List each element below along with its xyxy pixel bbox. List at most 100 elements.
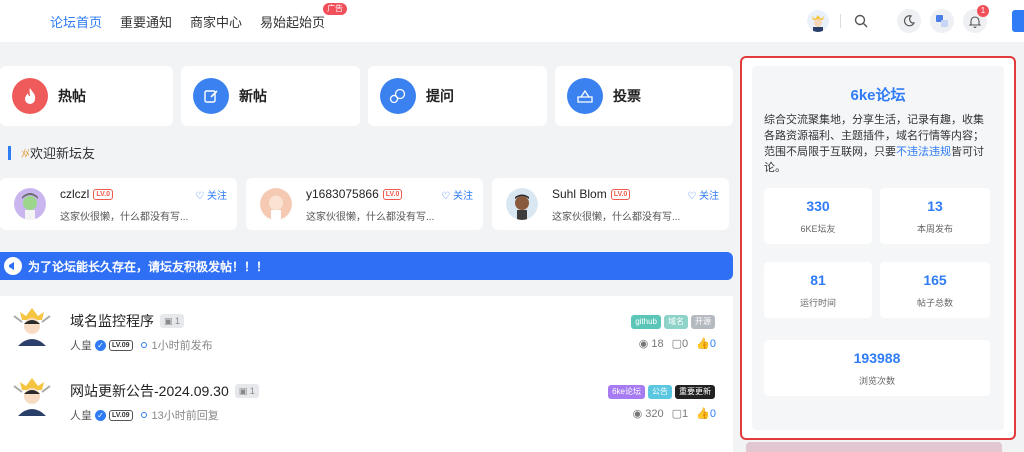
stat-label: 浏览次数 (858, 376, 895, 386)
forum-info-panel: 6ke论坛 综合交流聚集地，分享生活，记录有趣，收集各路资源福利、主题插件，域名… (740, 56, 1016, 440)
stat-value: 13 (927, 198, 943, 214)
member-name[interactable]: Suhl Blom LV.0 (552, 187, 631, 201)
post-title[interactable]: 域名监控程序 ▣ 1 (70, 311, 185, 331)
forum-title: 6ke论坛 (850, 87, 906, 104)
member-name[interactable]: czlczl LV.0 (60, 187, 113, 201)
megaphone-icon (4, 257, 22, 275)
moon-icon[interactable] (897, 9, 921, 33)
member-avatar[interactable] (14, 188, 46, 220)
author-name[interactable]: 人皇 (70, 407, 92, 423)
nav-item-notices[interactable]: 重要通知 (120, 12, 172, 31)
rules-link[interactable]: 不违法违规 (896, 146, 951, 158)
quick-action-hot-label: 热帖 (58, 88, 86, 104)
image-count-badge: ▣ 1 (234, 384, 259, 398)
quick-action-vote[interactable]: 投票 (555, 66, 733, 126)
member-name-text: y1683075866 (306, 187, 379, 201)
follow-button[interactable]: ♡ 关注 (441, 187, 473, 202)
edit-icon (193, 78, 229, 114)
post-stats: ◉ 320 ▢1 👍0 (633, 407, 716, 420)
stat-value: 81 (810, 272, 826, 288)
verified-icon: ✓ (95, 339, 106, 351)
post-time: 1小时前发布 (151, 340, 213, 352)
post-tags: 6ke论坛 公告 重要更新 (608, 385, 715, 399)
next-sidebar-widget (746, 442, 1002, 452)
post-title[interactable]: 网站更新公告-2024.09.30 ▣ 1 (70, 381, 259, 401)
section-accent-bar (8, 145, 11, 160)
nav-item-startpage[interactable]: 易始起始页 广告 (260, 3, 348, 31)
view-count: ◉ 320 (633, 407, 664, 420)
quick-action-new[interactable]: 新帖 (181, 66, 360, 126)
member-card[interactable]: Suhl Blom LV.0 这家伙很懒，什么都没有写... ♡ 关注 (492, 178, 729, 230)
quick-action-hot[interactable]: 热帖 (0, 66, 173, 126)
member-name[interactable]: y1683075866 LV.0 (306, 187, 403, 201)
notification-count: 1 (977, 5, 989, 17)
comment-count-value: 1 (682, 408, 689, 420)
notice-bar[interactable]: 为了论坛能长久存在，请坛友积极发帖！！！ (0, 252, 733, 280)
level-badge: LV.09 (109, 339, 133, 351)
stat-card-members: 330 6KE坛友 (764, 188, 872, 244)
vote-icon (567, 78, 603, 114)
welcome-title-text: 欢迎新坛友 (30, 146, 96, 161)
post-row[interactable]: 域名监控程序 ▣ 1 人皇 ✓ LV.09 1小时前发布 github 域名 开… (0, 296, 733, 362)
tag[interactable]: 重要更新 (675, 385, 715, 399)
question-icon (380, 78, 416, 114)
like-count-value: 0 (709, 338, 716, 350)
tag[interactable]: 6ke论坛 (608, 385, 645, 399)
stat-value: 193988 (853, 350, 901, 366)
nav-item-merchant[interactable]: 商家中心 (190, 12, 242, 31)
comment-count-value: 0 (682, 338, 689, 350)
post-row[interactable]: 网站更新公告-2024.09.30 ▣ 1 人皇 ✓ LV.09 13小时前回复… (0, 366, 733, 432)
main-nav: 论坛首页 重要通知 商家中心 易始起始页 广告 (50, 3, 348, 31)
tag[interactable]: 公告 (648, 385, 672, 399)
side-toggle-tab[interactable] (1012, 10, 1024, 32)
nav-item-home[interactable]: 论坛首页 (50, 12, 102, 31)
quick-action-ask[interactable]: 提问 (368, 66, 547, 126)
quick-action-ask-label: 提问 (426, 88, 454, 104)
post-stats: ◉ 18 ▢0 👍0 (639, 337, 716, 350)
level-badge: LV.09 (109, 409, 133, 421)
like-count[interactable]: 👍0 (696, 337, 716, 350)
view-count: ◉ 18 (639, 337, 664, 350)
search-icon[interactable] (849, 9, 873, 33)
member-card[interactable]: y1683075866 LV.0 这家伙很懒，什么都没有写... ♡ 关注 (246, 178, 483, 230)
eye-icon: ◉ (638, 338, 649, 350)
follow-label: 关注 (453, 191, 473, 202)
notice-text: 为了论坛能长久存在，请坛友积极发帖！！！ (28, 259, 269, 274)
translate-icon[interactable] (930, 9, 954, 33)
follow-button[interactable]: ♡ 关注 (687, 187, 719, 202)
post-tags: github 域名 开源 (631, 315, 715, 329)
member-card[interactable]: czlczl LV.0 这家伙很懒，什么都没有写... ♡ 关注 (0, 178, 237, 230)
bell-icon[interactable]: 1 (963, 5, 989, 33)
image-count: 1 (175, 316, 181, 326)
view-count-value: 18 (651, 338, 664, 350)
quick-action-vote-label: 投票 (613, 88, 641, 104)
comment-icon: ▢ (671, 408, 683, 420)
stat-label: 运行时间 (799, 298, 836, 308)
like-count[interactable]: 👍0 (696, 407, 716, 420)
comment-count: ▢1 (672, 407, 689, 420)
author-avatar[interactable] (12, 302, 52, 346)
member-name-text: czlczl (60, 187, 90, 201)
tag[interactable]: 域名 (664, 315, 688, 329)
comment-count: ▢0 (672, 337, 689, 350)
celebrate-icon: ﾒﾒ (21, 147, 30, 160)
member-bio: 这家伙很懒，什么都没有写... (552, 212, 681, 223)
stat-card-total-posts: 165 帖子总数 (880, 262, 990, 318)
member-avatar[interactable] (260, 188, 292, 220)
welcome-section-title: ﾒﾒ 欢迎新坛友 (8, 143, 95, 162)
image-count: 1 (249, 386, 255, 396)
author-avatar[interactable] (12, 372, 52, 416)
stat-label: 6KE坛友 (800, 224, 836, 234)
follow-button[interactable]: ♡ 关注 (195, 187, 227, 202)
tag[interactable]: 开源 (691, 315, 715, 329)
user-avatar[interactable] (807, 10, 829, 32)
image-count-badge: ▣ 1 (160, 314, 185, 328)
author-name[interactable]: 人皇 (70, 337, 92, 353)
top-header: 论坛首页 重要通知 商家中心 易始起始页 广告 1 (0, 0, 1024, 42)
verified-icon: ✓ (95, 409, 106, 421)
member-avatar[interactable] (506, 188, 538, 220)
header-divider (840, 14, 841, 28)
post-title-text: 网站更新公告-2024.09.30 (70, 383, 229, 399)
tag[interactable]: github (631, 315, 661, 329)
stat-card-weekly-posts: 13 本周发布 (880, 188, 990, 244)
